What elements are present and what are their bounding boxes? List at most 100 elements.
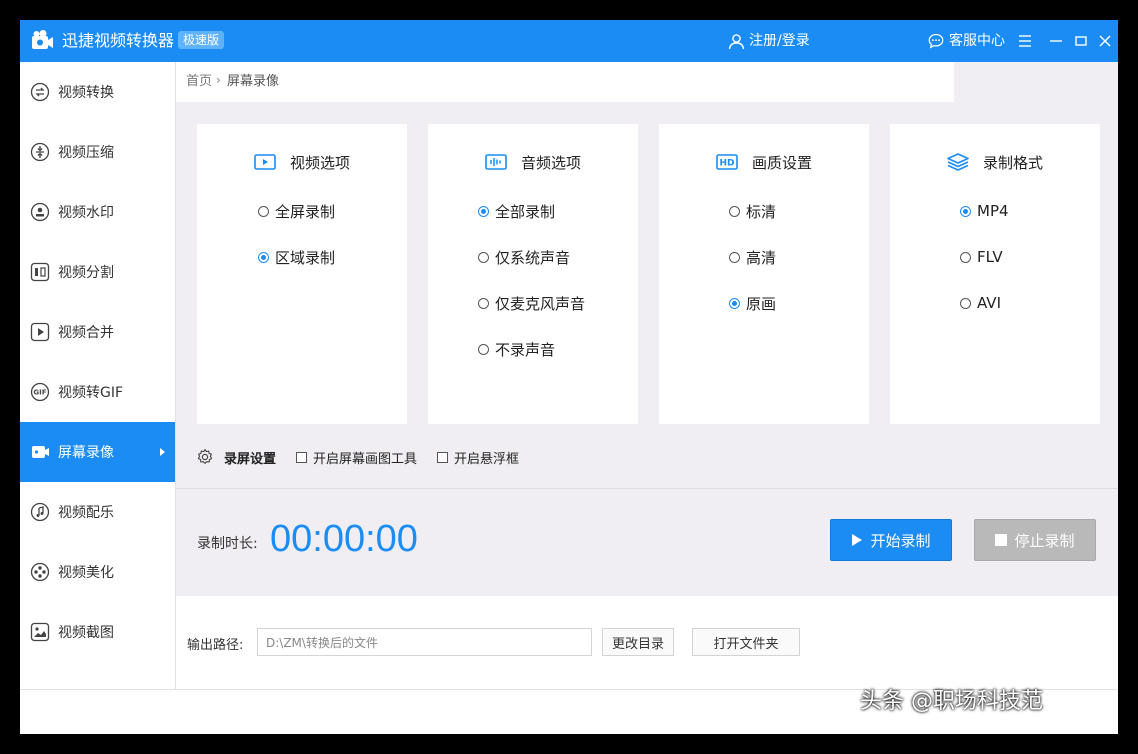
- card-header: 音频选项: [428, 152, 638, 172]
- option-label: 标清: [746, 202, 777, 221]
- radio-button[interactable]: [258, 205, 269, 217]
- option-label: AVI: [977, 294, 1001, 312]
- radio-format-flv[interactable]: FLV: [960, 247, 1003, 267]
- sidebar-item-video-screenshot[interactable]: 视频截图: [20, 602, 175, 662]
- change-directory-button[interactable]: 更改目录: [602, 628, 674, 656]
- sidebar-item-video-watermark[interactable]: 视频水印: [20, 182, 175, 242]
- maximize-icon[interactable]: [1072, 31, 1090, 51]
- sidebar-item-label: 视频分割: [58, 265, 114, 281]
- audio-options-card: 音频选项 全部录制 仅系统声音 仅麦克风声音 不录声音: [428, 124, 638, 424]
- user-icon: [728, 33, 745, 49]
- edition-badge: 极速版: [178, 31, 225, 49]
- sidebar-item-video-merge[interactable]: 视频合并: [20, 302, 175, 362]
- option-label: 仅系统声音: [495, 248, 571, 267]
- record-settings-label: 录屏设置: [224, 451, 277, 467]
- breadcrumb-separator: ›: [216, 73, 221, 87]
- stop-recording-label: 停止录制: [1014, 531, 1075, 550]
- option-label: FLV: [977, 248, 1003, 266]
- radio-fullscreen-record[interactable]: 全屏录制: [258, 201, 335, 221]
- card-title: 视频选项: [289, 153, 350, 172]
- radio-quality-sd[interactable]: 标清: [729, 201, 776, 221]
- close-icon[interactable]: [1096, 31, 1114, 51]
- duration-timer: 00:00:00: [270, 518, 418, 560]
- option-label: 区域录制: [275, 248, 336, 267]
- output-path-input[interactable]: [257, 628, 592, 656]
- beautify-icon: [30, 562, 50, 582]
- card-title: 画质设置: [751, 153, 812, 172]
- radio-button[interactable]: [478, 297, 489, 309]
- sidebar-item-label: 视频美化: [58, 565, 114, 581]
- chat-icon: [928, 33, 944, 49]
- sidebar-item-video-beautify[interactable]: 视频美化: [20, 542, 175, 602]
- breadcrumb: 首页 › 屏幕录像: [176, 62, 954, 102]
- card-header: 录制格式: [890, 152, 1100, 172]
- option-label: 不录声音: [495, 340, 556, 359]
- sidebar-item-video-gif[interactable]: GIF 视频转GIF: [20, 362, 175, 422]
- output-path-label: 输出路径:: [187, 638, 244, 653]
- option-label: MP4: [977, 202, 1009, 220]
- sidebar-item-video-compress[interactable]: 视频压缩: [20, 122, 175, 182]
- option-label: 仅麦克风声音: [495, 294, 586, 313]
- sidebar-item-label: 视频合并: [58, 325, 114, 341]
- start-recording-button[interactable]: 开始录制: [830, 519, 952, 561]
- audio-wave-icon: [485, 154, 507, 170]
- radio-region-record[interactable]: 区域录制: [258, 247, 335, 267]
- convert-icon: [30, 82, 50, 102]
- open-folder-button[interactable]: 打开文件夹: [692, 628, 800, 656]
- checkbox-floating-window[interactable]: [437, 451, 449, 463]
- sidebar-item-screen-record[interactable]: 屏幕录像: [20, 422, 175, 482]
- breadcrumb-current: 屏幕录像: [227, 74, 280, 89]
- card-header: HD 画质设置: [659, 152, 869, 172]
- radio-record-all-audio[interactable]: 全部录制: [478, 201, 555, 221]
- login-button[interactable]: 注册/登录: [728, 31, 810, 51]
- app-logo-icon: [32, 30, 53, 49]
- stop-recording-button[interactable]: 停止录制: [974, 519, 1096, 561]
- radio-button[interactable]: [478, 343, 489, 355]
- record-format-card: 录制格式 MP4 FLV AVI: [890, 124, 1100, 424]
- checkbox-drawing-tool[interactable]: [296, 451, 308, 463]
- option-label: 全屏录制: [275, 202, 336, 221]
- minimize-icon[interactable]: [1047, 31, 1065, 51]
- radio-button[interactable]: [729, 251, 740, 263]
- card-title: 音频选项: [520, 153, 581, 172]
- customer-service-label: 客服中心: [949, 33, 1005, 49]
- radio-mic-audio-only[interactable]: 仅麦克风声音: [478, 293, 585, 313]
- radio-button[interactable]: [478, 251, 489, 263]
- sidebar-item-video-split[interactable]: 视频分割: [20, 242, 175, 302]
- music-icon: [30, 502, 50, 522]
- radio-quality-original[interactable]: 原画: [729, 293, 776, 313]
- radio-button[interactable]: [960, 297, 971, 309]
- checkbox-floating-window-label[interactable]: 开启悬浮框: [454, 448, 519, 467]
- radio-no-audio[interactable]: 不录声音: [478, 339, 555, 359]
- sidebar: 视频转换 视频压缩 视频水印 视频分割 视频合并 GIF 视频转GIF 屏幕录像…: [20, 62, 176, 689]
- start-recording-label: 开始录制: [870, 531, 931, 550]
- customer-service-button[interactable]: 客服中心: [928, 31, 1005, 51]
- radio-button[interactable]: [729, 205, 740, 217]
- radio-format-mp4[interactable]: MP4: [960, 201, 1009, 221]
- gear-icon[interactable]: [196, 448, 214, 466]
- title-bar: 迅捷视频转换器 极速版 注册/登录 客服中心: [20, 20, 1118, 62]
- radio-system-audio-only[interactable]: 仅系统声音: [478, 247, 570, 267]
- option-label: 原画: [746, 294, 777, 313]
- menu-icon[interactable]: [1016, 31, 1034, 51]
- option-label: 全部录制: [495, 202, 556, 221]
- app-window: 迅捷视频转换器 极速版 注册/登录 客服中心 视频转换 视频压缩 视频水印 视频…: [20, 20, 1118, 734]
- radio-quality-hd[interactable]: 高清: [729, 247, 776, 267]
- radio-button[interactable]: [258, 251, 269, 263]
- breadcrumb-home[interactable]: 首页: [186, 74, 212, 90]
- stop-icon: [995, 534, 1008, 546]
- radio-button[interactable]: [960, 205, 971, 217]
- gif-icon: GIF: [30, 382, 50, 402]
- checkbox-drawing-tool-label[interactable]: 开启屏幕画图工具: [313, 448, 417, 467]
- card-title: 录制格式: [982, 153, 1043, 172]
- radio-button[interactable]: [729, 297, 740, 309]
- radio-button[interactable]: [960, 251, 971, 263]
- split-icon: [30, 262, 50, 282]
- sidebar-item-video-music[interactable]: 视频配乐: [20, 482, 175, 542]
- sidebar-item-label: 视频转换: [58, 85, 114, 101]
- sidebar-item-label: 视频转GIF: [58, 385, 124, 401]
- sidebar-item-video-convert[interactable]: 视频转换: [20, 62, 175, 122]
- radio-button[interactable]: [478, 205, 489, 217]
- radio-format-avi[interactable]: AVI: [960, 293, 1001, 313]
- svg-text:GIF: GIF: [33, 389, 46, 397]
